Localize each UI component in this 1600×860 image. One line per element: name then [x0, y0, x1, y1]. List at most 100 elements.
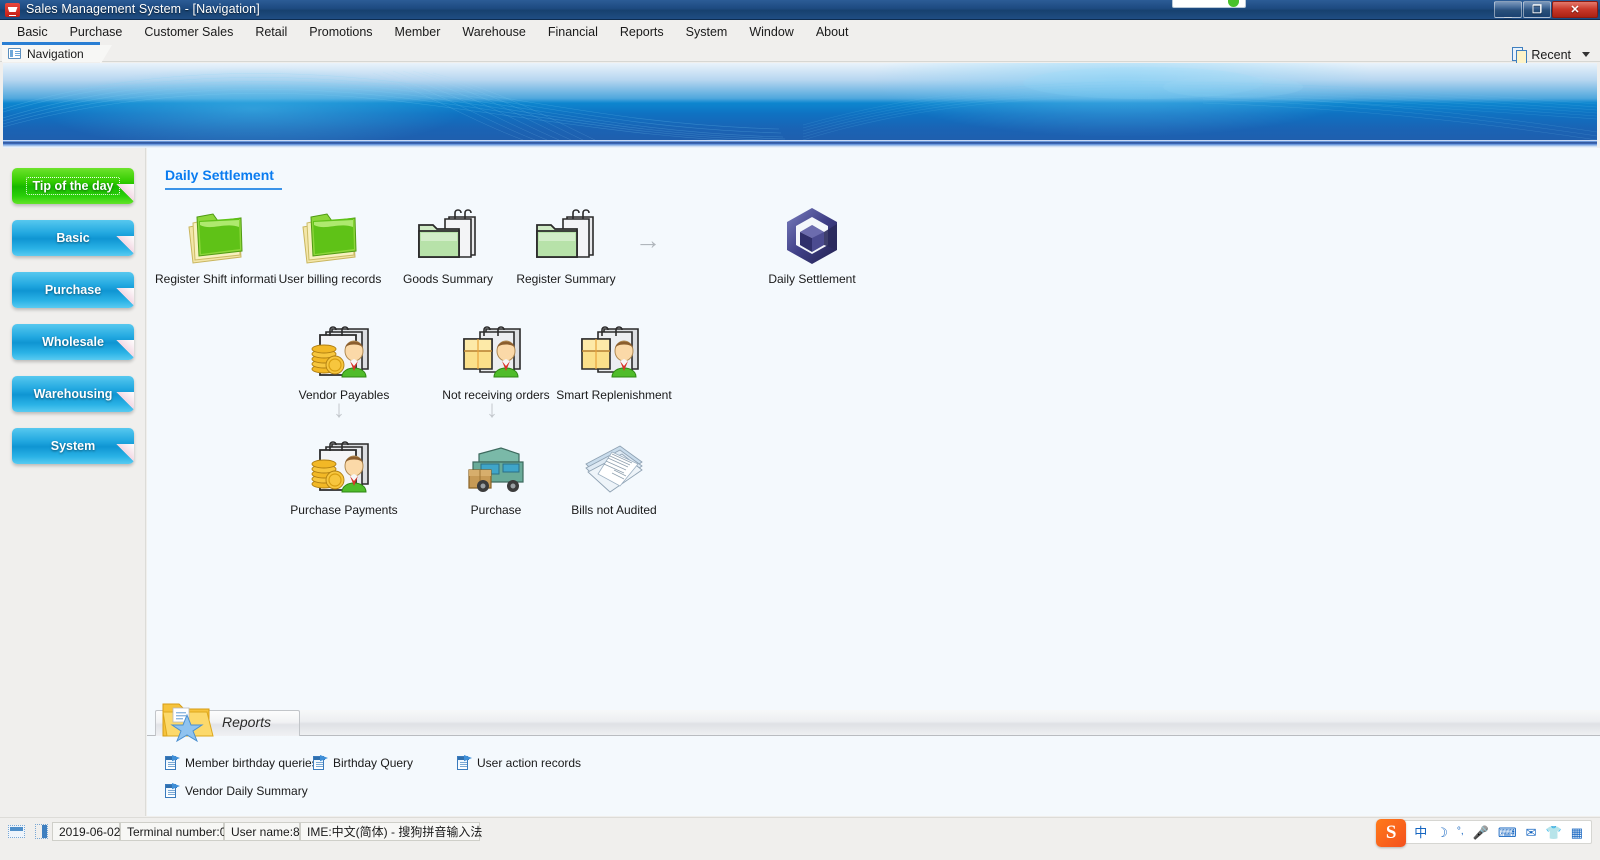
- section-title-underline: [165, 188, 282, 190]
- tab-navigation-label: Navigation: [27, 46, 84, 61]
- minimize-button[interactable]: _: [1494, 1, 1522, 18]
- header-banner: [3, 63, 1597, 140]
- nav-icon-label: Purchase: [470, 503, 522, 517]
- menu-item-basic[interactable]: Basic: [6, 23, 59, 41]
- report-link-label: Birthday Query: [333, 755, 414, 770]
- report-link-label: Member birthday queries: [185, 755, 318, 770]
- nav-icon-label: Bills not Audited: [571, 503, 657, 517]
- report-page-icon: [457, 755, 472, 770]
- sidebar-button-label: Tip of the day: [26, 177, 120, 195]
- menu-item-system[interactable]: System: [675, 23, 739, 41]
- maximize-button[interactable]: ❐: [1523, 1, 1551, 18]
- nav-icon-goods-summary[interactable]: Goods Summary: [387, 205, 509, 286]
- application-window: Sales Management System - [Navigation] _…: [0, 0, 1600, 860]
- window-title: Sales Management System - [Navigation]: [26, 2, 260, 16]
- status-panel-icon[interactable]: [35, 824, 48, 839]
- report-link-birthday-query[interactable]: Birthday Query: [313, 755, 413, 770]
- banner-wave-decoration: [3, 67, 1597, 140]
- nav-icon-smart-replenishment[interactable]: Smart Replenishment: [553, 321, 675, 402]
- navigation-icon: [8, 48, 21, 59]
- sidebar-button-warehousing[interactable]: Warehousing: [12, 376, 134, 412]
- status-window-icon[interactable]: [8, 825, 25, 838]
- nav-icon-purchase-payments[interactable]: Purchase Payments: [283, 436, 405, 517]
- page-curl-decoration: [108, 288, 134, 308]
- cart-icon: [5, 3, 20, 17]
- stacked-papers-icon: [553, 436, 675, 498]
- sidebar-button-wholesale[interactable]: Wholesale: [12, 324, 134, 360]
- status-user: User name:888: [224, 822, 313, 841]
- menu-item-about[interactable]: About: [805, 23, 860, 41]
- clipboard-box-person-icon: [553, 321, 675, 383]
- main-content: Daily Settlement Register Shift informat…: [147, 148, 1600, 816]
- menu-item-reports[interactable]: Reports: [609, 23, 675, 41]
- ime-microphone-icon[interactable]: 🎤: [1473, 826, 1489, 839]
- nav-icon-not-receiving-orders[interactable]: Not receiving orders: [435, 321, 557, 402]
- green-folder-icon: [269, 205, 391, 267]
- page-curl-decoration: [108, 236, 134, 256]
- menu-item-member[interactable]: Member: [384, 23, 452, 41]
- recent-button[interactable]: Recent: [1512, 47, 1590, 64]
- menu-item-window[interactable]: Window: [738, 23, 804, 41]
- menu-item-financial[interactable]: Financial: [537, 23, 609, 41]
- green-folder-icon: [155, 205, 277, 267]
- sidebar-button-purchase[interactable]: Purchase: [12, 272, 134, 308]
- page-curl-decoration: [108, 392, 134, 412]
- ime-skin-icon[interactable]: 👕: [1546, 826, 1562, 839]
- nav-icon-daily-settlement[interactable]: Daily Settlement: [751, 205, 873, 286]
- nav-icon-label: User billing records: [278, 272, 382, 286]
- window-controls: _ ❐ ✕: [1494, 1, 1598, 18]
- report-link-vendor-daily-summary[interactable]: Vendor Daily Summary: [165, 783, 308, 798]
- sogou-logo-icon[interactable]: S: [1376, 819, 1407, 847]
- ime-inbox-icon[interactable]: ✉: [1526, 826, 1537, 839]
- report-page-icon: [313, 755, 328, 770]
- menu-item-purchase[interactable]: Purchase: [59, 23, 134, 41]
- title-bar: Sales Management System - [Navigation] _…: [0, 0, 1600, 20]
- report-link-user-action-records[interactable]: User action records: [457, 755, 581, 770]
- menu-item-warehouse[interactable]: Warehouse: [451, 23, 536, 41]
- menu-item-customer-sales[interactable]: Customer Sales: [133, 23, 244, 41]
- ime-keyboard-icon[interactable]: ⌨: [1498, 826, 1517, 839]
- recent-documents-icon: [1512, 47, 1528, 64]
- report-page-icon: [165, 755, 180, 770]
- menu-bar: Basic Purchase Customer Sales Retail Promoti…: [0, 21, 1600, 42]
- clipboard-box-person-icon: [435, 321, 557, 383]
- sidebar-button-basic[interactable]: Basic: [12, 220, 134, 256]
- flow-arrow-down-2-icon: ↓: [486, 396, 498, 423]
- ime-punctuation-icon[interactable]: °,: [1457, 827, 1464, 837]
- chevron-down-icon: [1582, 52, 1590, 57]
- nav-icon-label: Daily Settlement: [768, 272, 856, 286]
- nav-icon-label: Register Summary: [516, 272, 616, 286]
- maximize-icon: ❐: [1532, 4, 1542, 16]
- menu-item-promotions[interactable]: Promotions: [298, 23, 383, 41]
- clipboard-coins-person-icon: [283, 321, 405, 383]
- nav-icon-register-summary[interactable]: Register Summary: [505, 205, 627, 286]
- flow-arrow-down-1-icon: ↓: [333, 396, 345, 423]
- nav-icon-purchase[interactable]: Purchase: [435, 436, 557, 517]
- tab-navigation[interactable]: Navigation: [2, 42, 112, 65]
- ime-moon-icon[interactable]: ☽: [1436, 826, 1448, 839]
- sidebar-button-label: Warehousing: [33, 387, 113, 401]
- ime-chinese-mode-icon[interactable]: 中: [1414, 826, 1427, 839]
- minimize-icon: _: [1504, 4, 1512, 19]
- close-icon: ✕: [1570, 4, 1580, 16]
- report-link-member-birthday-queries[interactable]: Member birthday queries: [165, 755, 318, 770]
- nav-icon-bills-not-audited[interactable]: Bills not Audited: [553, 436, 675, 517]
- status-terminal: Terminal number:02: [120, 822, 233, 841]
- nav-icon-vendor-payables[interactable]: Vendor Payables: [283, 321, 405, 402]
- page-curl-decoration: [108, 444, 134, 464]
- sidebar-button-label: Wholesale: [42, 335, 104, 349]
- report-page-icon: [165, 783, 180, 798]
- sidebar-button-tip-of-the-day[interactable]: Tip of the day: [12, 168, 134, 204]
- report-link-label: Vendor Daily Summary: [185, 783, 308, 798]
- section-title-daily-settlement: Daily Settlement: [165, 167, 274, 183]
- nav-icon-register-shift-information[interactable]: Register Shift information: [155, 205, 277, 286]
- tab-strip: Navigation: [0, 42, 1600, 65]
- close-button[interactable]: ✕: [1552, 1, 1598, 18]
- nav-icon-label: Smart Replenishment: [556, 388, 672, 402]
- sidebar-button-system[interactable]: System: [12, 428, 134, 464]
- menu-item-retail[interactable]: Retail: [244, 23, 298, 41]
- ime-toolbar[interactable]: S 中 ☽ °, 🎤 ⌨ ✉ 👕 ▦: [1376, 819, 1592, 847]
- nav-icon-user-billing-records[interactable]: User billing records: [269, 205, 391, 286]
- clipboard-coins-person-icon: [283, 436, 405, 498]
- ime-toolbox-icon[interactable]: ▦: [1571, 826, 1583, 839]
